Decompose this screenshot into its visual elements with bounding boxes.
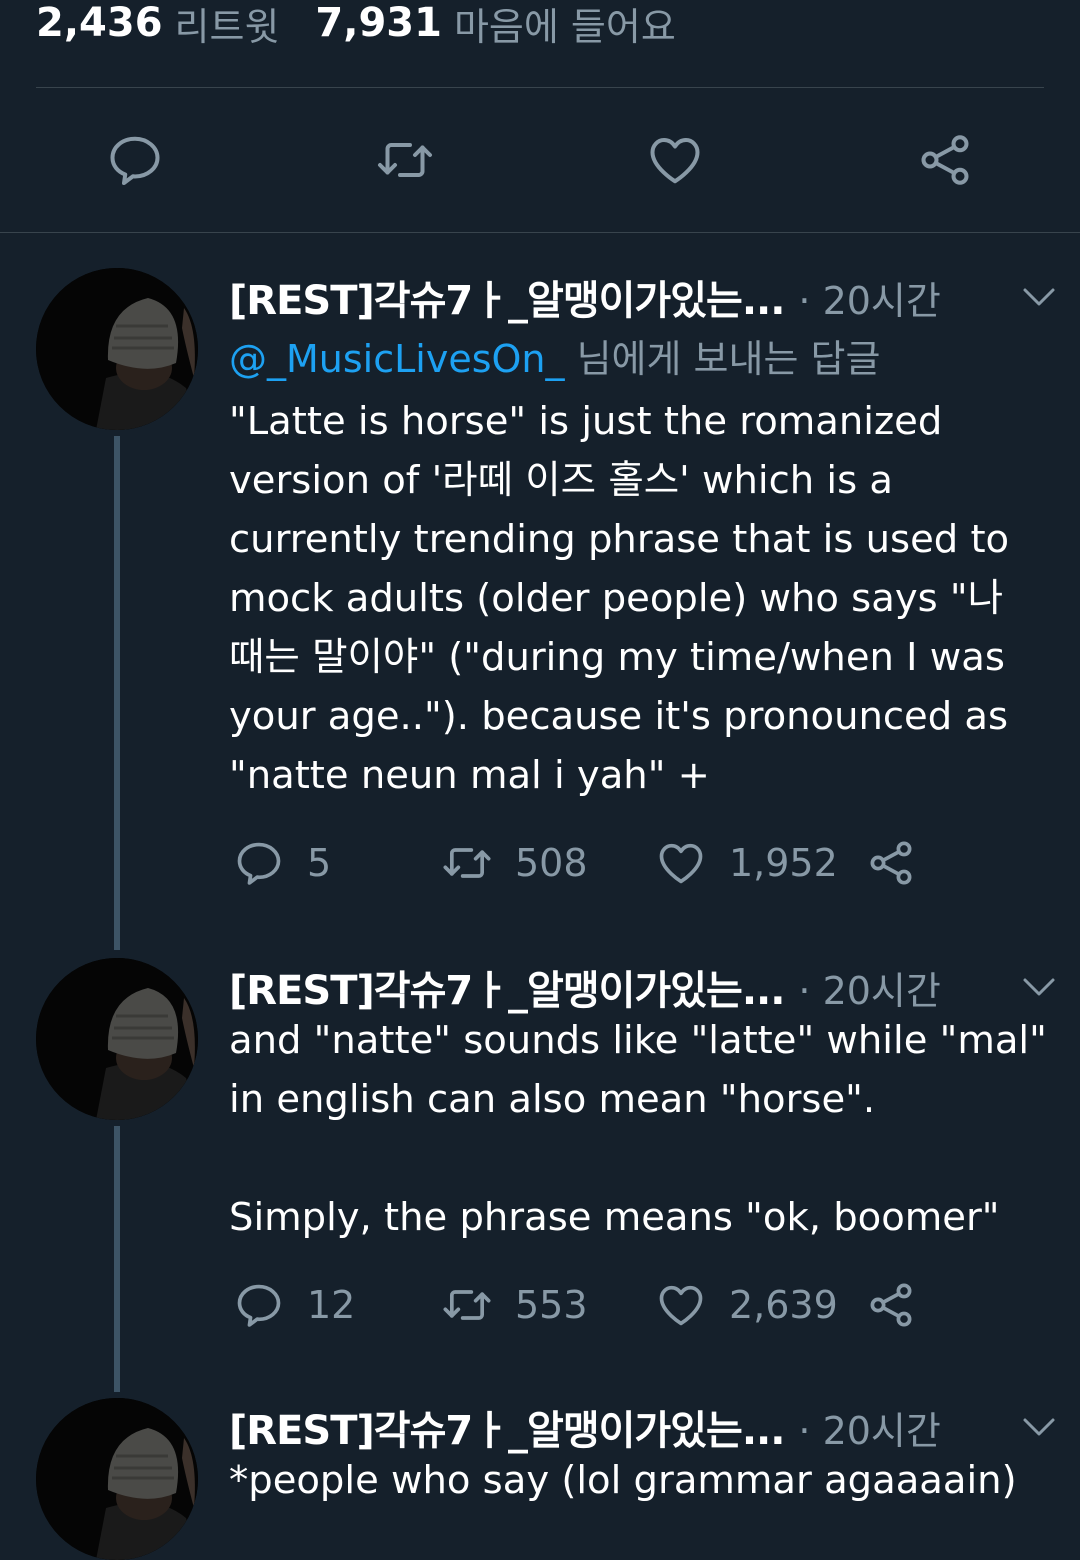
share-icon	[870, 841, 912, 885]
retweet-button[interactable]: 508	[441, 833, 588, 893]
tweet-text: and "natte" sounds like "latte" while "m…	[229, 1018, 1047, 1240]
avatar[interactable]	[36, 958, 198, 1120]
retweet-icon	[443, 1290, 491, 1320]
tweet-actions: 5 508 1,952	[229, 833, 949, 893]
retweet-button[interactable]	[371, 126, 439, 194]
reply-icon	[237, 842, 281, 885]
reply-to-suffix: 님에게 보내는 답글	[564, 337, 881, 381]
avatar[interactable]	[36, 268, 198, 430]
chevron-down-icon[interactable]	[1019, 282, 1059, 312]
timestamp[interactable]: · 20시간	[798, 1400, 940, 1455]
tweet-header: [REST]각슈7ㅏ_알맹이가있는... · 20시간	[229, 268, 1059, 326]
reply-icon	[237, 1284, 281, 1327]
thread-line	[114, 1126, 120, 1392]
replying-to: @_MusicLivesOn_ 님에게 보내는 답글	[229, 328, 880, 383]
tweet-stats: 2,436 리트윗 7,931 마음에 들어요	[36, 0, 712, 49]
timestamp[interactable]: · 20시간	[798, 960, 940, 1015]
thread-line	[114, 436, 120, 950]
share-icon	[870, 1283, 912, 1327]
main-action-bar	[0, 126, 1080, 194]
reply-count: 5	[307, 841, 332, 885]
retweets-label[interactable]: 리트윗	[175, 0, 280, 51]
heart-icon	[659, 1285, 703, 1326]
retweet-count: 508	[515, 841, 588, 885]
tweet-header: [REST]각슈7ㅏ_알맹이가있는... · 20시간	[229, 958, 1059, 1016]
avatar[interactable]	[36, 1398, 198, 1560]
like-button[interactable]: 1,952	[655, 833, 838, 893]
like-count: 2,639	[729, 1283, 838, 1327]
avatar-image	[36, 958, 198, 1120]
likes-count[interactable]: 7,931	[315, 0, 442, 46]
retweet-icon	[443, 848, 491, 878]
display-name[interactable]: [REST]각슈7ㅏ_알맹이가있는...	[229, 958, 785, 1016]
reply-tweet[interactable]: [REST]각슈7ㅏ_알맹이가있는... · 20시간 *people who …	[0, 1398, 1080, 1560]
chevron-down-icon[interactable]	[1019, 972, 1059, 1002]
tweet-text: *people who say (lol grammar agaaaain)	[229, 1458, 1017, 1503]
reply-button[interactable]	[101, 126, 169, 194]
share-icon	[921, 135, 969, 185]
retweet-button[interactable]: 553	[441, 1275, 588, 1335]
avatar-image	[36, 1398, 198, 1560]
heart-icon	[650, 138, 700, 184]
mention-link[interactable]: @_MusicLivesOn_	[229, 337, 565, 381]
likes-label[interactable]: 마음에 들어요	[454, 0, 676, 51]
retweet-icon	[378, 143, 432, 177]
avatar-image	[36, 268, 198, 430]
display-name[interactable]: [REST]각슈7ㅏ_알맹이가있는...	[229, 1398, 785, 1456]
like-count: 1,952	[729, 841, 838, 885]
tweet-header: [REST]각슈7ㅏ_알맹이가있는... · 20시간	[229, 1398, 1059, 1456]
reply-icon	[110, 136, 160, 185]
main-divider	[0, 232, 1080, 233]
like-button[interactable]: 2,639	[655, 1275, 838, 1335]
like-button[interactable]	[641, 126, 709, 194]
heart-icon	[659, 843, 703, 884]
share-button[interactable]	[865, 1275, 917, 1335]
display-name[interactable]: [REST]각슈7ㅏ_알맹이가있는...	[229, 268, 785, 326]
timestamp[interactable]: · 20시간	[798, 270, 940, 325]
tweet-text: "Latte is horse" is just the romanized v…	[229, 399, 1010, 798]
reply-button[interactable]: 12	[233, 1275, 355, 1335]
reply-button[interactable]: 5	[233, 833, 331, 893]
chevron-down-icon[interactable]	[1019, 1412, 1059, 1442]
share-button[interactable]	[911, 126, 979, 194]
share-button[interactable]	[865, 833, 917, 893]
retweets-count[interactable]: 2,436	[36, 0, 163, 46]
stats-divider	[36, 87, 1044, 88]
tweet-actions: 12 553 2,639	[229, 1275, 949, 1335]
retweet-count: 553	[515, 1283, 588, 1327]
reply-count: 12	[307, 1283, 356, 1327]
reply-tweet[interactable]: [REST]각슈7ㅏ_알맹이가있는... · 20시간 @_MusicLives…	[0, 268, 1080, 950]
reply-tweet[interactable]: [REST]각슈7ㅏ_알맹이가있는... · 20시간 and "natte" …	[0, 958, 1080, 1392]
